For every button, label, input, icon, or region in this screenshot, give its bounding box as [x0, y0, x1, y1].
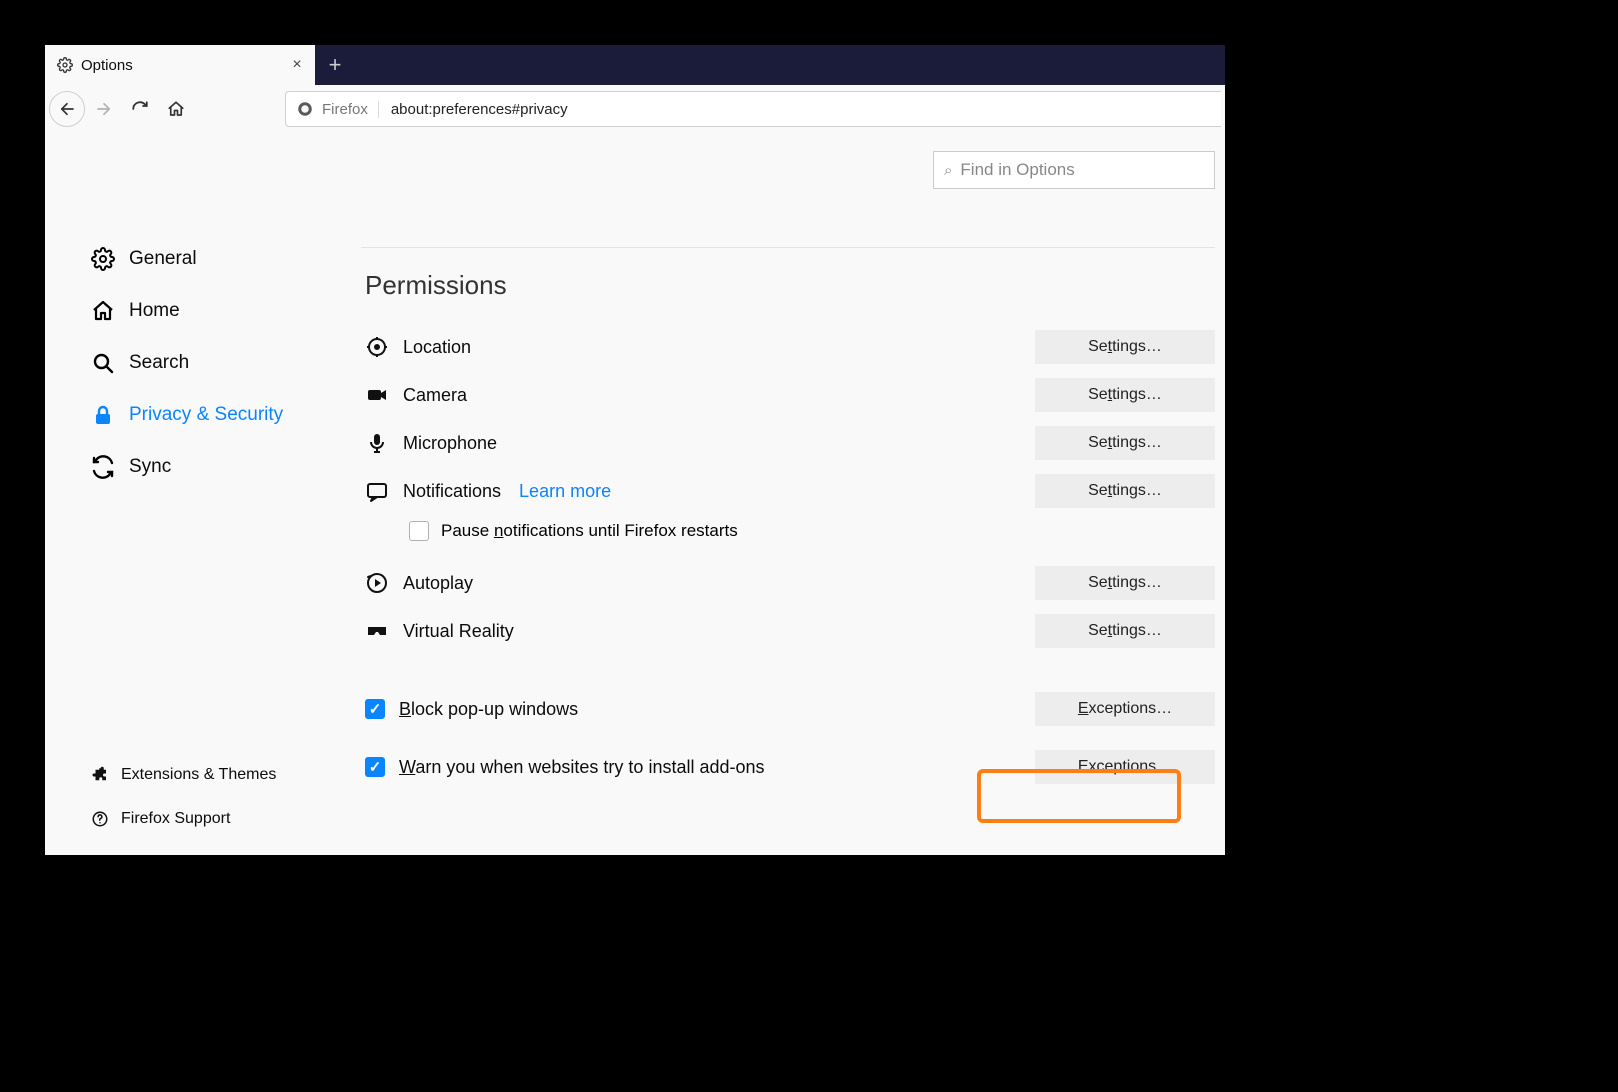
- perm-label: Microphone: [403, 433, 497, 454]
- perm-row-location: Location Settings…: [365, 323, 1215, 371]
- sidebar-item-label: Firefox Support: [121, 810, 230, 828]
- home-button[interactable]: [159, 92, 193, 126]
- search-icon: [91, 351, 115, 375]
- divider: [361, 247, 1215, 248]
- sidebar-item-home[interactable]: Home: [45, 285, 361, 337]
- vr-icon: [365, 619, 389, 643]
- sidebar-item-general[interactable]: General: [45, 233, 361, 285]
- sidebar-item-label: Sync: [129, 456, 171, 478]
- sidebar-item-label: Search: [129, 352, 189, 374]
- perm-label: Autoplay: [403, 573, 473, 594]
- notifications-icon: [365, 479, 389, 503]
- settings-button-vr[interactable]: Settings…: [1035, 614, 1215, 648]
- perm-row-warn-addons: Warn you when websites try to install ad…: [365, 743, 1215, 791]
- url-text: about:preferences#privacy: [387, 101, 568, 118]
- settings-button-microphone[interactable]: Settings…: [1035, 426, 1215, 460]
- checkbox-label: Warn you when websites try to install ad…: [399, 757, 765, 778]
- close-icon[interactable]: ×: [289, 56, 305, 74]
- browser-window: Options × + Firefox about:preferences#pr…: [45, 45, 1225, 855]
- perm-label: Virtual Reality: [403, 621, 514, 642]
- perm-label: Camera: [403, 385, 467, 406]
- checkbox-block-popups[interactable]: [365, 699, 385, 719]
- lock-icon: [91, 403, 115, 427]
- sidebar-item-label: Privacy & Security: [129, 404, 283, 426]
- nav-toolbar: Firefox about:preferences#privacy: [45, 85, 1225, 133]
- identity-label: Firefox: [322, 101, 379, 118]
- perm-row-camera: Camera Settings…: [365, 371, 1215, 419]
- sidebar-item-support[interactable]: Firefox Support: [45, 797, 361, 841]
- perm-row-microphone: Microphone Settings…: [365, 419, 1215, 467]
- autoplay-icon: [365, 571, 389, 595]
- section-title-permissions: Permissions: [365, 270, 1215, 301]
- settings-button-autoplay[interactable]: Settings…: [1035, 566, 1215, 600]
- reload-button[interactable]: [123, 92, 157, 126]
- home-icon: [91, 299, 115, 323]
- gear-icon: [91, 247, 115, 271]
- checkbox-warn-addons[interactable]: [365, 757, 385, 777]
- preferences-sidebar: General Home Search Privacy & Security: [45, 133, 361, 855]
- sidebar-item-label: Home: [129, 300, 180, 322]
- sidebar-item-label: Extensions & Themes: [121, 766, 276, 784]
- content-area: General Home Search Privacy & Security: [45, 133, 1225, 855]
- perm-row-vr: Virtual Reality Settings…: [365, 607, 1215, 655]
- tab-options[interactable]: Options ×: [45, 45, 315, 85]
- firefox-icon: [296, 100, 314, 118]
- search-input[interactable]: ⌕ Find in Options: [933, 151, 1215, 189]
- checkbox-pause-notifications[interactable]: [409, 521, 429, 541]
- perm-row-autoplay: Autoplay Settings…: [365, 559, 1215, 607]
- location-icon: [365, 335, 389, 359]
- checkbox-label: Pause notifications until Firefox restar…: [441, 521, 738, 541]
- microphone-icon: [365, 431, 389, 455]
- url-bar[interactable]: Firefox about:preferences#privacy: [285, 91, 1221, 127]
- perm-row-notifications: Notifications Learn more Settings…: [365, 467, 1215, 515]
- forward-button[interactable]: [87, 92, 121, 126]
- preferences-main: ⌕ Find in Options Permissions Location S…: [361, 133, 1225, 855]
- camera-icon: [365, 383, 389, 407]
- sidebar-item-extensions[interactable]: Extensions & Themes: [45, 753, 361, 797]
- gear-icon: [57, 57, 73, 73]
- search-icon: ⌕: [944, 162, 952, 179]
- back-button[interactable]: [49, 91, 85, 127]
- sidebar-bottom: Extensions & Themes Firefox Support: [45, 753, 361, 855]
- exceptions-button-addons[interactable]: Exceptions…: [1035, 750, 1215, 784]
- sidebar-item-label: General: [129, 248, 197, 270]
- perm-row-block-popups: Block pop-up windows Exceptions…: [365, 685, 1215, 733]
- puzzle-icon: [91, 766, 109, 784]
- learn-more-link[interactable]: Learn more: [519, 481, 611, 502]
- sidebar-item-privacy[interactable]: Privacy & Security: [45, 389, 361, 441]
- perm-label: Notifications: [403, 481, 501, 502]
- exceptions-button-popups[interactable]: Exceptions…: [1035, 692, 1215, 726]
- checkbox-label: Block pop-up windows: [399, 699, 578, 720]
- new-tab-button[interactable]: +: [315, 45, 355, 85]
- tab-title: Options: [81, 57, 281, 74]
- tab-strip: Options × +: [45, 45, 1225, 85]
- settings-button-location[interactable]: Settings…: [1035, 330, 1215, 364]
- settings-button-camera[interactable]: Settings…: [1035, 378, 1215, 412]
- sync-icon: [91, 455, 115, 479]
- sidebar-item-sync[interactable]: Sync: [45, 441, 361, 493]
- sidebar-item-search[interactable]: Search: [45, 337, 361, 389]
- settings-button-notifications[interactable]: Settings…: [1035, 474, 1215, 508]
- perm-row-pause-notifications: Pause notifications until Firefox restar…: [365, 515, 1215, 559]
- search-placeholder: Find in Options: [960, 160, 1074, 180]
- perm-label: Location: [403, 337, 471, 358]
- help-icon: [91, 810, 109, 828]
